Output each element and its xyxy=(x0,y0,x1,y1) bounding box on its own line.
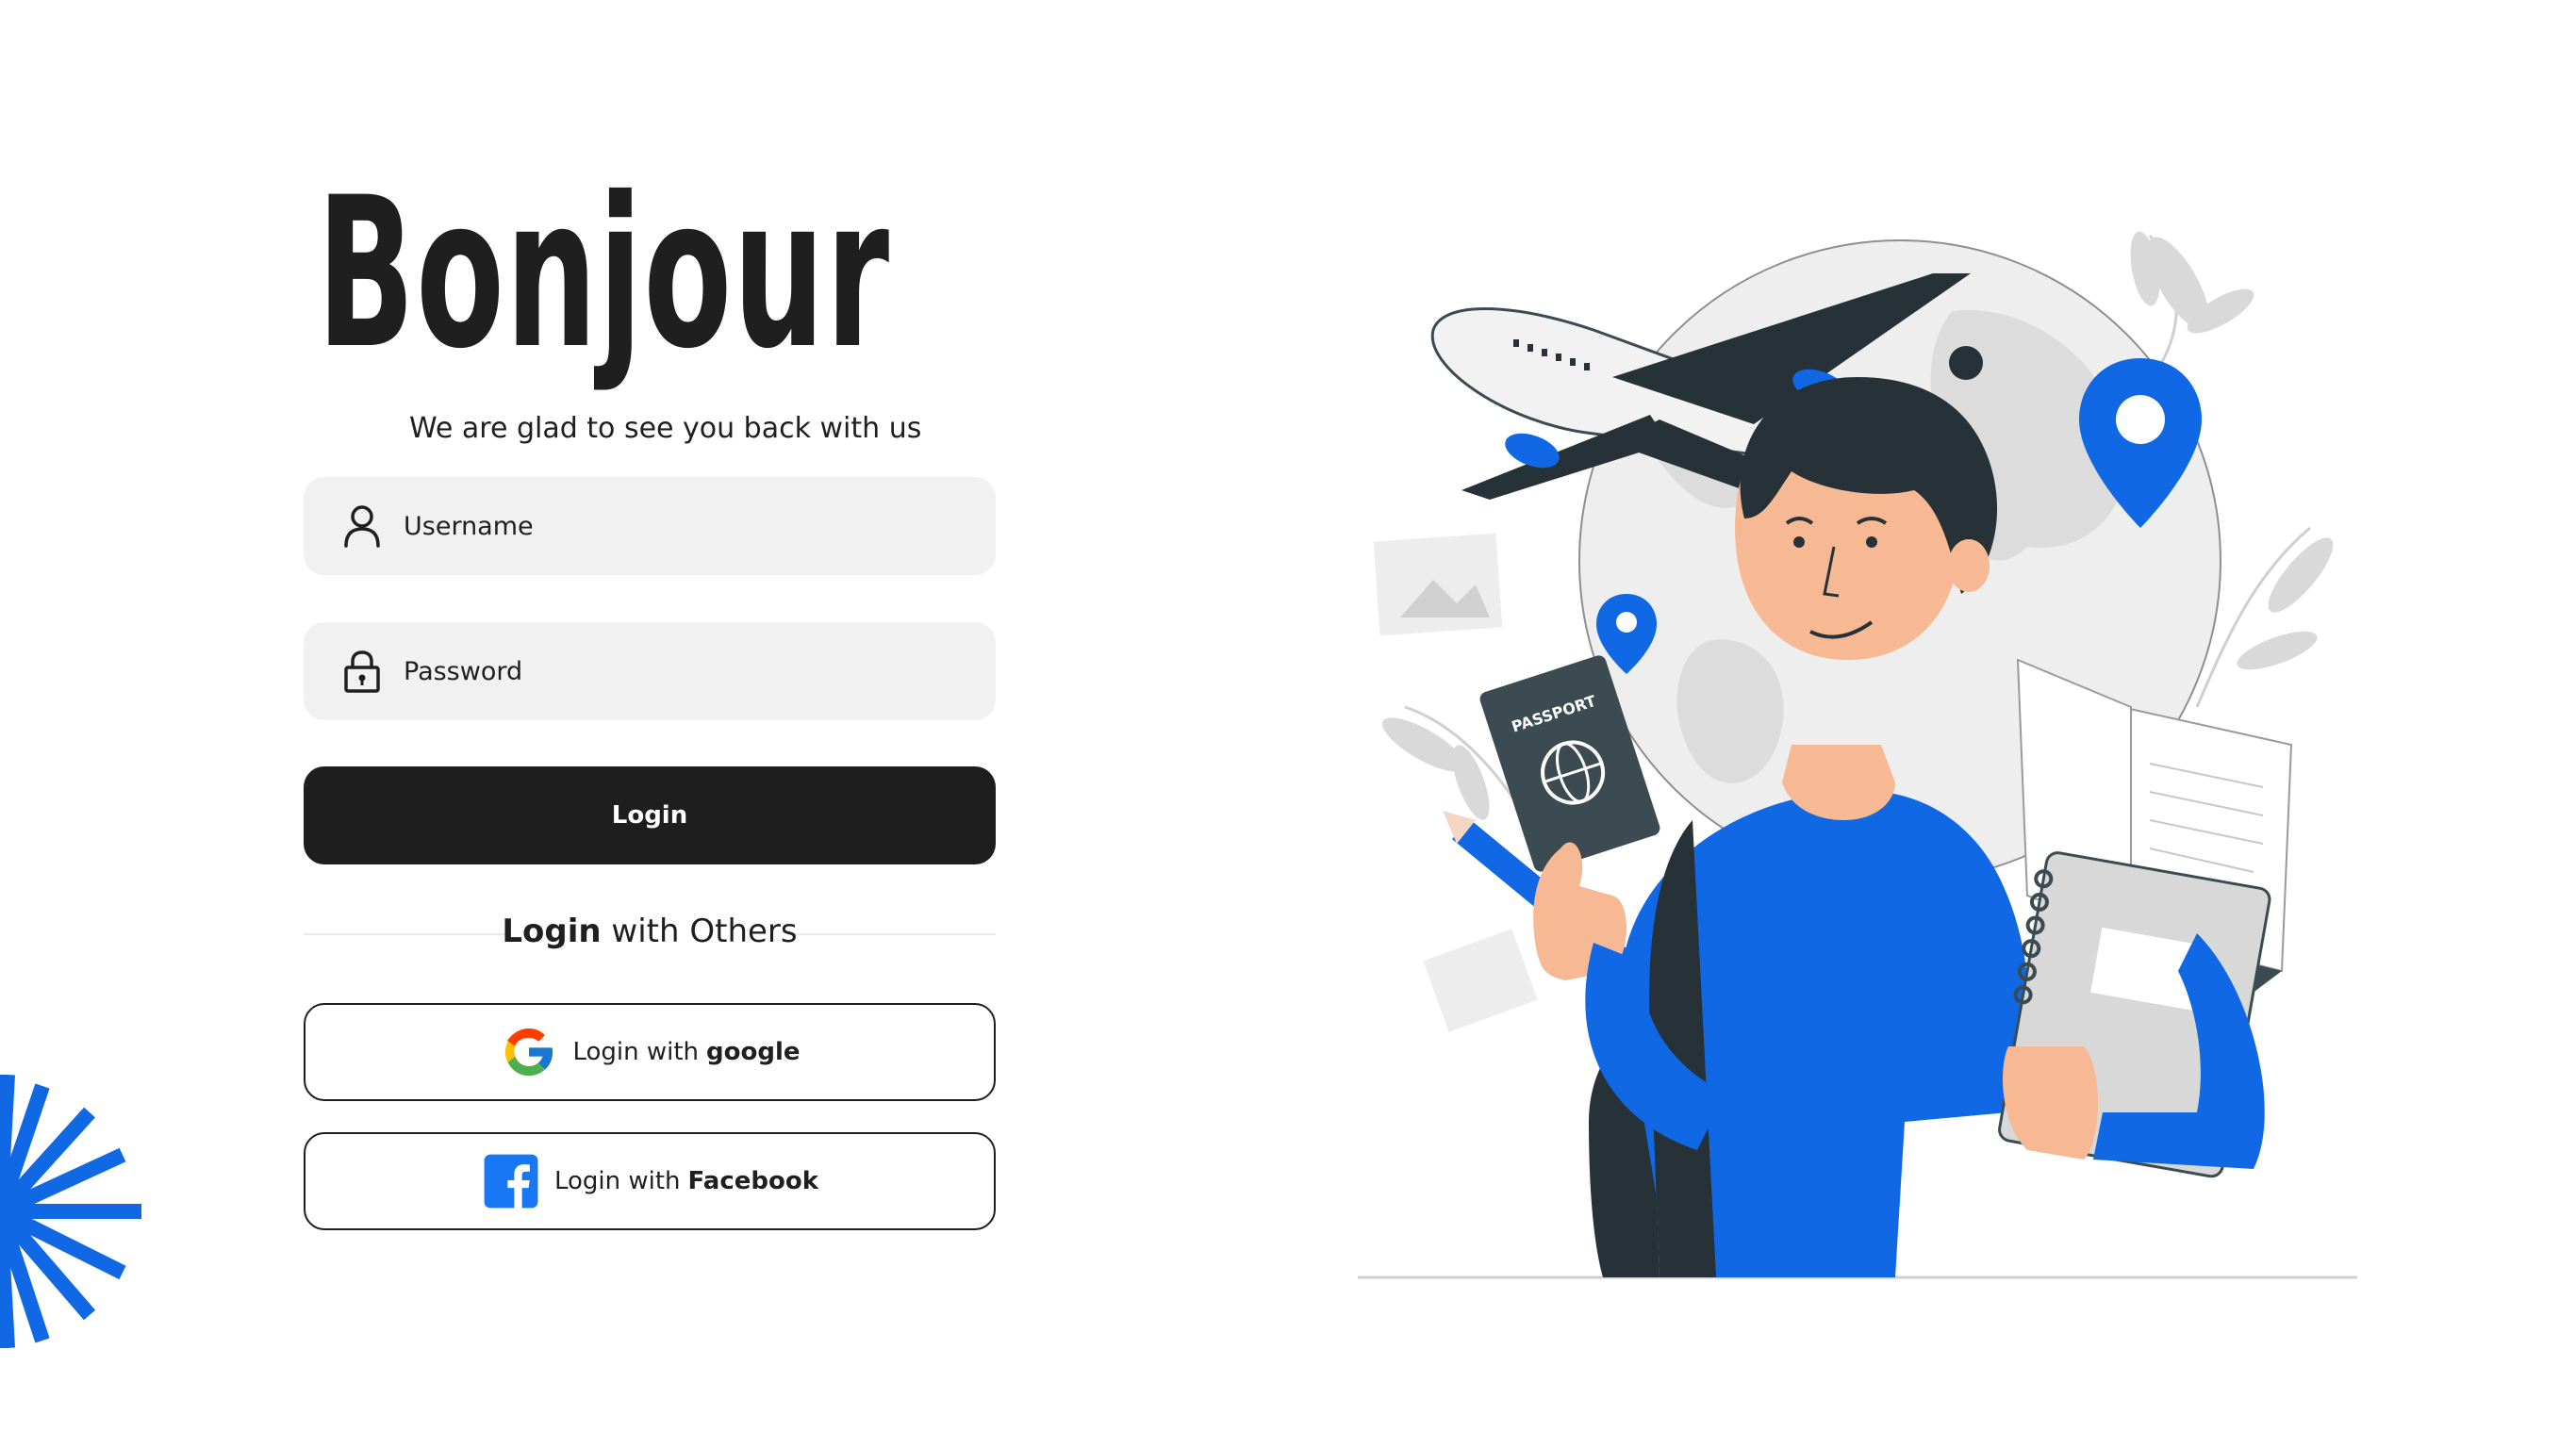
facebook-logo-icon xyxy=(481,1151,541,1211)
login-with-others-heading: Login with Others xyxy=(304,913,996,950)
google-logo-icon xyxy=(499,1022,559,1082)
burst-decoration-icon xyxy=(0,1075,141,1348)
facebook-button-prefix: Login with xyxy=(553,1167,681,1195)
username-field[interactable]: Username xyxy=(304,477,996,575)
facebook-button-name: Facebook xyxy=(687,1167,819,1195)
username-placeholder: Username xyxy=(404,511,534,541)
login-button[interactable]: Login xyxy=(304,766,996,864)
google-button-prefix: Login with xyxy=(572,1038,700,1066)
login-with-google-button[interactable]: Login with google xyxy=(304,1003,996,1101)
others-bold: Login xyxy=(502,913,602,950)
page-subtitle: We are glad to see you back with us xyxy=(409,412,922,445)
lock-icon xyxy=(341,649,383,694)
others-rest: with Others xyxy=(611,913,798,950)
google-button-name: google xyxy=(706,1038,801,1066)
travel-student-illustration: PASSPORT xyxy=(1358,231,2357,1279)
user-icon xyxy=(341,503,383,549)
password-placeholder: Password xyxy=(404,656,523,686)
page-title: Bonjour xyxy=(317,153,891,394)
login-with-facebook-button[interactable]: Login with Facebook xyxy=(304,1132,996,1230)
password-field[interactable]: Password xyxy=(304,622,996,720)
